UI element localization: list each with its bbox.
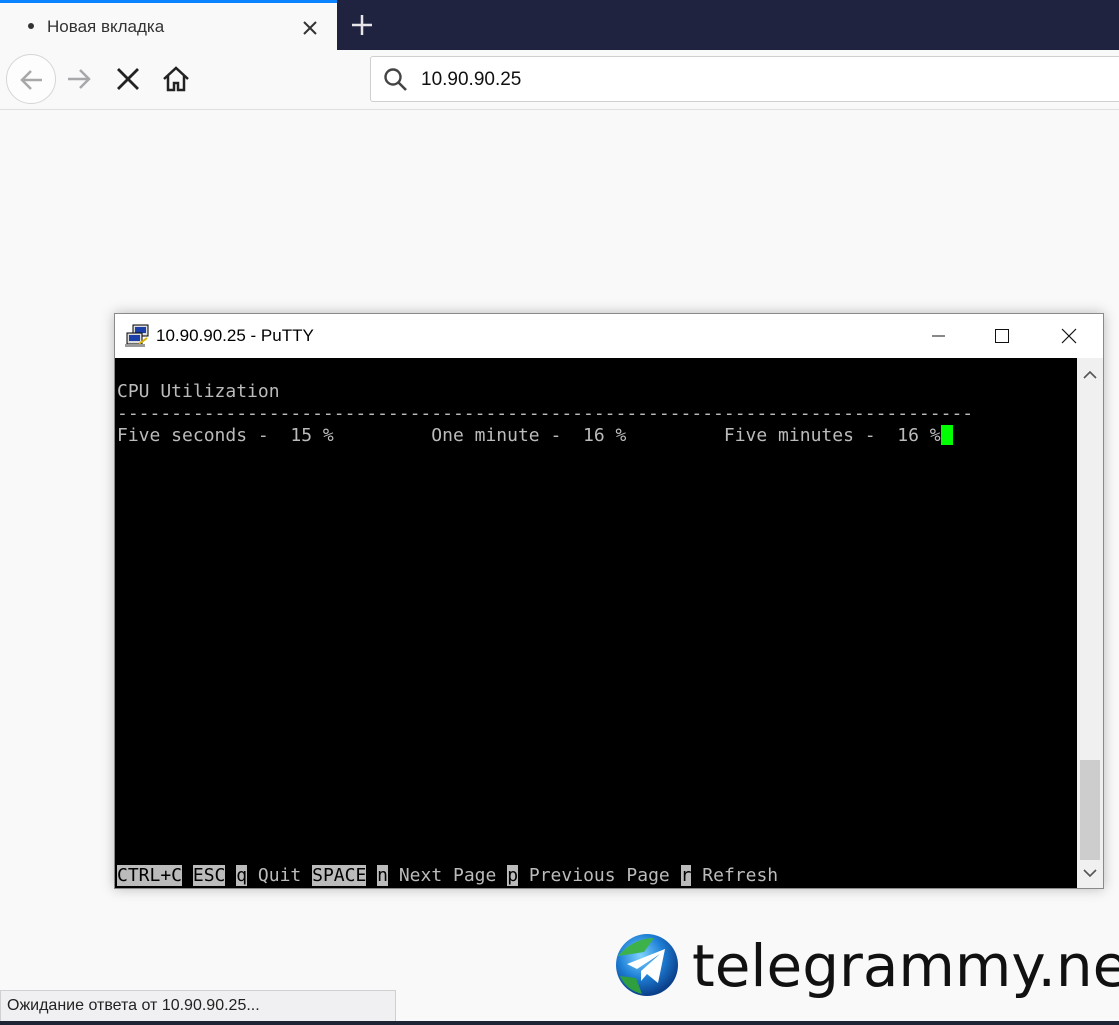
search-icon xyxy=(384,68,407,91)
chevron-down-icon[interactable] xyxy=(1077,860,1103,886)
quit-label: Quit xyxy=(247,865,313,886)
terminal-divider-line: ----------------------------------------… xyxy=(117,403,974,424)
previous-page-label: Previous Page xyxy=(518,865,681,886)
browser-tab[interactable]: Новая вкладка xyxy=(0,0,337,50)
close-icon[interactable] xyxy=(299,17,321,39)
plus-icon[interactable] xyxy=(347,10,377,40)
putty-window[interactable]: 10.90.90.25 - PuTTY CPU Utilization ----… xyxy=(114,313,1104,889)
terminal-footer-line: CTRL+C ESC q Quit SPACE n Next Page p Pr… xyxy=(117,865,778,887)
arrow-right-icon[interactable] xyxy=(64,64,94,94)
terminal-screen[interactable]: CPU Utilization ------------------------… xyxy=(115,358,1077,888)
key-r: r xyxy=(680,865,692,886)
url-bar[interactable]: 10.90.90.25 xyxy=(370,56,1119,102)
vertical-scrollbar[interactable] xyxy=(1077,358,1103,888)
home-icon[interactable] xyxy=(161,64,191,94)
watermark: telegrammy.net xyxy=(614,930,1119,1000)
key-esc: ESC xyxy=(192,865,226,886)
url-input[interactable]: 10.90.90.25 xyxy=(421,69,521,91)
putty-icon xyxy=(125,324,149,347)
putty-titlebar[interactable]: 10.90.90.25 - PuTTY xyxy=(115,314,1103,358)
watermark-text: telegrammy.net xyxy=(692,932,1119,1000)
status-bar: Ожидание ответа от 10.90.90.25... xyxy=(0,990,396,1022)
next-page-label: Next Page xyxy=(387,865,508,886)
cpu-values-text: Five seconds - 15 % One minute - 16 % Fi… xyxy=(117,425,941,446)
terminal-values-line: Five seconds - 15 % One minute - 16 % Fi… xyxy=(117,425,953,447)
arrow-left-icon xyxy=(20,70,42,90)
key-ctrl-c: CTRL+C xyxy=(117,865,183,886)
chevron-up-icon[interactable] xyxy=(1077,362,1103,388)
tab-strip: Новая вкладка xyxy=(0,0,1119,50)
telegram-logo-icon xyxy=(616,934,678,996)
key-p: p xyxy=(507,865,519,886)
refresh-label: Refresh xyxy=(691,865,779,886)
key-n: n xyxy=(377,865,388,886)
minimize-icon[interactable] xyxy=(906,314,970,358)
tab-title: Новая вкладка xyxy=(47,17,165,36)
back-button[interactable] xyxy=(6,54,56,104)
scroll-thumb[interactable] xyxy=(1080,760,1100,860)
close-icon[interactable] xyxy=(1037,314,1101,358)
taskbar-edge xyxy=(0,1021,1119,1025)
terminal-header-line: CPU Utilization xyxy=(117,381,280,402)
maximize-icon[interactable] xyxy=(970,314,1034,358)
status-text: Ожидание ответа от 10.90.90.25... xyxy=(7,997,260,1014)
nav-bar: 10.90.90.25 xyxy=(0,50,1119,110)
stop-x-icon[interactable] xyxy=(113,64,143,94)
loading-dot-icon xyxy=(28,23,34,29)
key-q: q xyxy=(236,865,248,886)
terminal-cursor xyxy=(940,425,953,445)
window-title: 10.90.90.25 - PuTTY xyxy=(156,326,314,345)
key-space: SPACE xyxy=(312,865,367,886)
